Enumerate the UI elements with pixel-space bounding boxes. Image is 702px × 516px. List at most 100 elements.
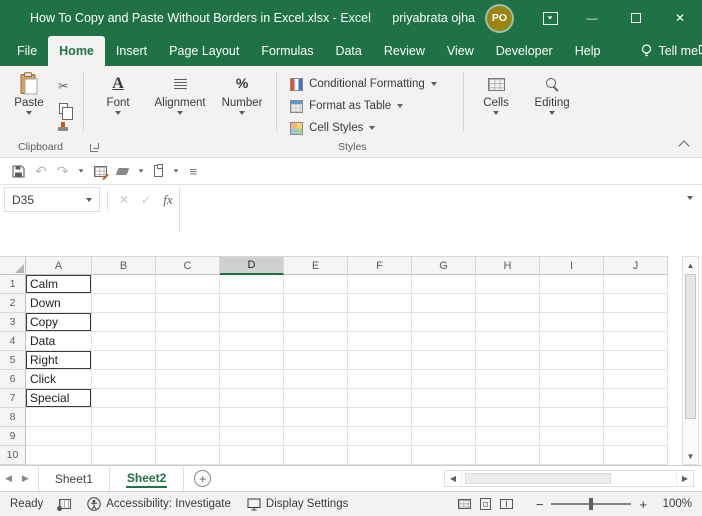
horizontal-scrollbar-track[interactable] xyxy=(461,471,677,486)
cell-H4[interactable] xyxy=(476,332,540,351)
row-header-6[interactable]: 6 xyxy=(0,370,26,389)
minimize-button[interactable] xyxy=(570,0,614,36)
formula-input[interactable] xyxy=(179,187,702,231)
cell-F8[interactable] xyxy=(348,408,412,427)
cell-C8[interactable] xyxy=(156,408,220,427)
next-sheet-icon[interactable] xyxy=(22,473,29,484)
row-header-1[interactable]: 1 xyxy=(0,275,26,294)
row-header-10[interactable]: 10 xyxy=(0,446,26,465)
cell-I8[interactable] xyxy=(540,408,604,427)
column-header-g[interactable]: G xyxy=(412,256,476,275)
cell-J7[interactable] xyxy=(604,389,668,408)
row-header-3[interactable]: 3 xyxy=(0,313,26,332)
cell-J8[interactable] xyxy=(604,408,668,427)
scroll-left-icon[interactable] xyxy=(445,474,461,483)
cell-G2[interactable] xyxy=(412,294,476,313)
cell-B10[interactable] xyxy=(92,446,156,465)
editing-group-button[interactable]: Editing xyxy=(523,69,581,140)
cell-C5[interactable] xyxy=(156,351,220,370)
cell-I10[interactable] xyxy=(540,446,604,465)
chevron-down-icon[interactable] xyxy=(79,169,84,172)
ribbon-display-options-button[interactable] xyxy=(530,0,570,36)
cell-D8[interactable] xyxy=(220,408,284,427)
cell-E9[interactable] xyxy=(284,427,348,446)
cell-D9[interactable] xyxy=(220,427,284,446)
cell-F5[interactable] xyxy=(348,351,412,370)
column-header-i[interactable]: I xyxy=(540,256,604,275)
row-header-7[interactable]: 7 xyxy=(0,389,26,408)
ribbon-button-cell-styles[interactable]: Cell Styles xyxy=(282,117,458,139)
cell-E4[interactable] xyxy=(284,332,348,351)
menu-tab-data[interactable]: Data xyxy=(324,36,372,66)
cell-I5[interactable] xyxy=(540,351,604,370)
alignment-group-button[interactable]: Alignment xyxy=(147,69,213,140)
cell-D4[interactable] xyxy=(220,332,284,351)
cell-B3[interactable] xyxy=(92,313,156,332)
ribbon-button-conditional-formatting[interactable]: Conditional Formatting xyxy=(282,73,458,95)
column-header-f[interactable]: F xyxy=(348,256,412,275)
cell-C7[interactable] xyxy=(156,389,220,408)
scroll-up-icon[interactable] xyxy=(683,257,698,273)
menu-tab-home[interactable]: Home xyxy=(48,36,105,66)
cell-B6[interactable] xyxy=(92,370,156,389)
format-painter-icon[interactable] xyxy=(58,122,68,134)
customize-quick-access-toolbar-icon[interactable] xyxy=(189,164,197,179)
cell-D3[interactable] xyxy=(220,313,284,332)
horizontal-scrollbar-thumb[interactable] xyxy=(465,473,611,484)
menu-tab-help[interactable]: Help xyxy=(564,36,612,66)
menu-tab-review[interactable]: Review xyxy=(373,36,436,66)
cell-A4[interactable]: Data xyxy=(26,332,92,351)
cell-F3[interactable] xyxy=(348,313,412,332)
cell-H9[interactable] xyxy=(476,427,540,446)
column-header-e[interactable]: E xyxy=(284,256,348,275)
zoom-out-icon[interactable] xyxy=(536,497,544,512)
zoom-slider-thumb[interactable] xyxy=(589,498,593,510)
cell-D6[interactable] xyxy=(220,370,284,389)
cell-D7[interactable] xyxy=(220,389,284,408)
cell-G9[interactable] xyxy=(412,427,476,446)
zoom-in-icon[interactable] xyxy=(639,497,647,512)
cell-C1[interactable] xyxy=(156,275,220,294)
cell-J2[interactable] xyxy=(604,294,668,313)
name-box[interactable]: D35 xyxy=(4,187,100,212)
cell-B1[interactable] xyxy=(92,275,156,294)
clipboard-icon[interactable] xyxy=(154,165,163,177)
cell-G5[interactable] xyxy=(412,351,476,370)
cell-J6[interactable] xyxy=(604,370,668,389)
expand-formula-bar-icon[interactable] xyxy=(687,196,693,200)
comments-button[interactable] xyxy=(698,36,702,66)
cell-D10[interactable] xyxy=(220,446,284,465)
cell-I7[interactable] xyxy=(540,389,604,408)
cell-H1[interactable] xyxy=(476,275,540,294)
cell-H10[interactable] xyxy=(476,446,540,465)
cell-I1[interactable] xyxy=(540,275,604,294)
cell-G4[interactable] xyxy=(412,332,476,351)
menu-tab-insert[interactable]: Insert xyxy=(105,36,158,66)
cancel-button[interactable] xyxy=(113,187,135,212)
scroll-right-icon[interactable] xyxy=(677,474,693,483)
cell-H2[interactable] xyxy=(476,294,540,313)
row-header-2[interactable]: 2 xyxy=(0,294,26,313)
column-header-j[interactable]: J xyxy=(604,256,668,275)
menu-tab-developer[interactable]: Developer xyxy=(485,36,564,66)
cell-J9[interactable] xyxy=(604,427,668,446)
cell-I9[interactable] xyxy=(540,427,604,446)
row-header-8[interactable]: 8 xyxy=(0,408,26,427)
cell-A5[interactable]: Right xyxy=(26,351,92,370)
menu-tab-formulas[interactable]: Formulas xyxy=(250,36,324,66)
cell-C9[interactable] xyxy=(156,427,220,446)
cell-G3[interactable] xyxy=(412,313,476,332)
cell-C3[interactable] xyxy=(156,313,220,332)
cell-E5[interactable] xyxy=(284,351,348,370)
cell-D2[interactable] xyxy=(220,294,284,313)
cell-J5[interactable] xyxy=(604,351,668,370)
vertical-scrollbar-track[interactable] xyxy=(683,420,698,448)
cell-E10[interactable] xyxy=(284,446,348,465)
cell-E3[interactable] xyxy=(284,313,348,332)
cell-C10[interactable] xyxy=(156,446,220,465)
normal-view-icon[interactable] xyxy=(458,499,471,509)
cell-A1[interactable]: Calm xyxy=(26,275,92,294)
cell-E1[interactable] xyxy=(284,275,348,294)
scroll-down-icon[interactable] xyxy=(683,448,698,464)
clipboard-dialog-launcher-icon[interactable] xyxy=(90,144,98,152)
